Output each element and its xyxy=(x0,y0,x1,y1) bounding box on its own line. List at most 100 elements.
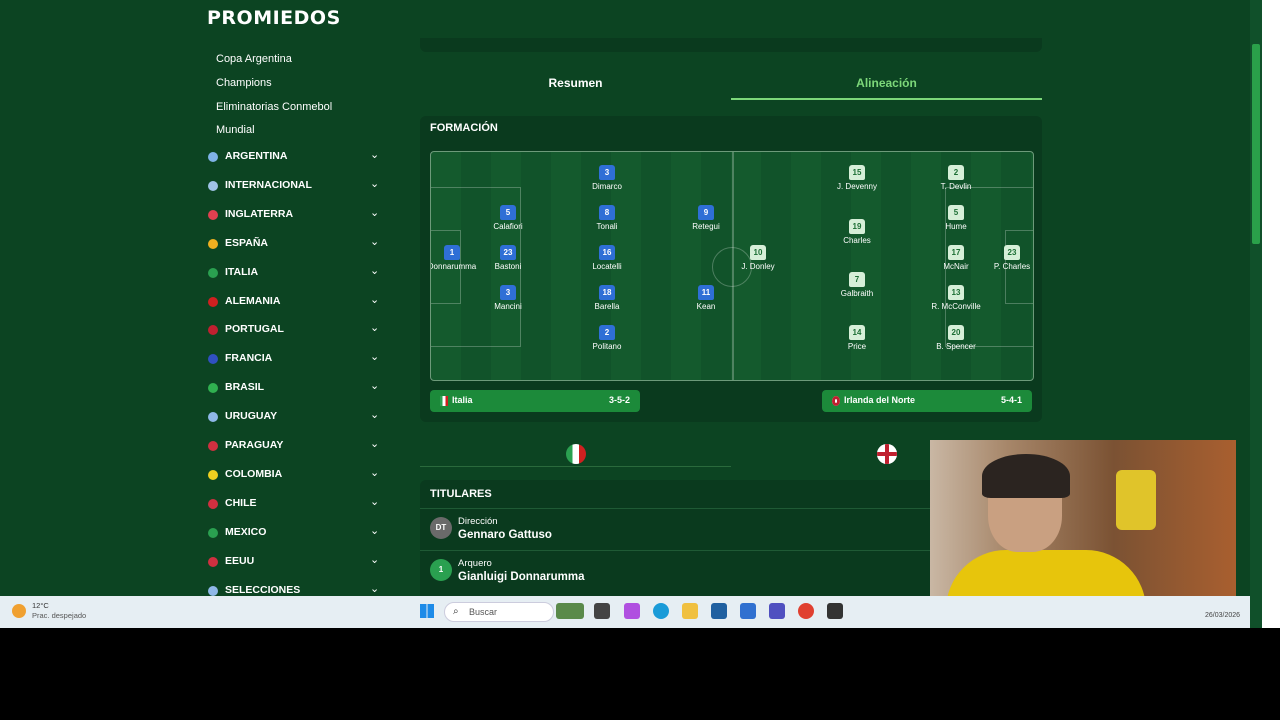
sidebar-category[interactable]: COLOMBIA ⌄ xyxy=(200,464,396,486)
italy-flag-icon[interactable] xyxy=(566,444,586,464)
lineup-player[interactable]: 5 Calafiori xyxy=(473,205,543,231)
sidebar-category[interactable]: URUGUAY ⌄ xyxy=(200,406,396,428)
sidebar-category[interactable]: ALEMANIA ⌄ xyxy=(200,291,396,313)
shirt-icon: 18 xyxy=(599,285,615,300)
lineup-row[interactable]: DT Dirección Gennaro Gattuso xyxy=(420,508,940,548)
weather-description: Prac. despejado xyxy=(32,611,87,620)
weather-icon[interactable] xyxy=(12,604,26,618)
away-team-bar: Irlanda del Norte 5-4-1 xyxy=(822,390,1032,412)
lineup-row[interactable]: 1 Arquero Gianluigi Donnarumma xyxy=(420,550,940,590)
country-flag-icon xyxy=(208,152,218,162)
formation-card: FORMACIÓN 1 Donnarumma 5 Calafiori 23 Bastoni… xyxy=(420,116,1042,422)
player-name: Galbraith xyxy=(840,289,874,298)
sidebar-category[interactable]: INTERNACIONAL ⌄ xyxy=(200,175,396,197)
chevron-down-icon[interactable]: ⌄ xyxy=(370,437,379,450)
sidebar-category[interactable]: EEUU ⌄ xyxy=(200,551,396,573)
lineup-player[interactable]: 2 T. Devlin xyxy=(921,165,991,191)
chevron-down-icon[interactable]: ⌄ xyxy=(370,408,379,421)
task-view-icon[interactable] xyxy=(594,603,610,619)
sidebar-category[interactable]: CHILE ⌄ xyxy=(200,493,396,515)
lineup-player[interactable]: 23 P. Charles xyxy=(977,245,1033,271)
northern-ireland-flag-icon[interactable] xyxy=(877,444,897,464)
teams-icon[interactable] xyxy=(769,603,785,619)
windows-start-icon[interactable] xyxy=(420,604,434,618)
copilot-icon[interactable] xyxy=(624,603,640,619)
chevron-down-icon[interactable]: ⌄ xyxy=(370,148,379,161)
sidebar-sub-item[interactable]: Champions xyxy=(216,77,272,89)
chevron-down-icon[interactable]: ⌄ xyxy=(370,495,379,508)
sidebar-category-label: ESPAÑA xyxy=(225,237,268,249)
file-explorer-icon[interactable] xyxy=(682,603,698,619)
chevron-down-icon[interactable]: ⌄ xyxy=(370,235,379,248)
chevron-down-icon[interactable]: ⌄ xyxy=(370,466,379,479)
chevron-down-icon[interactable]: ⌄ xyxy=(370,264,379,277)
chevron-down-icon[interactable]: ⌄ xyxy=(370,177,379,190)
sidebar-category[interactable]: BRASIL ⌄ xyxy=(200,377,396,399)
lineup-player[interactable]: 10 J. Donley xyxy=(723,245,793,271)
lineup-player[interactable]: 16 Locatelli xyxy=(572,245,642,271)
tab-resumen[interactable]: Resumen xyxy=(420,70,731,100)
lineup-player[interactable]: 13 R. McConville xyxy=(921,285,991,311)
shirt-icon: 5 xyxy=(948,205,964,220)
chevron-down-icon[interactable]: ⌄ xyxy=(370,206,379,219)
sidebar-category[interactable]: PARAGUAY ⌄ xyxy=(200,435,396,457)
taskbar-search[interactable]: ⌕ Buscar xyxy=(444,602,554,622)
chevron-down-icon[interactable]: ⌄ xyxy=(370,553,379,566)
sidebar-category[interactable]: INGLATERRA ⌄ xyxy=(200,204,396,226)
edge-icon[interactable] xyxy=(653,603,669,619)
sidebar-sub-item[interactable]: Mundial xyxy=(216,124,255,136)
outlook-icon[interactable] xyxy=(740,603,756,619)
country-flag-icon xyxy=(208,528,218,538)
chevron-down-icon[interactable]: ⌄ xyxy=(370,379,379,392)
lineup-player[interactable]: 7 Galbraith xyxy=(822,272,892,298)
country-flag-icon xyxy=(208,210,218,220)
lineup-player[interactable]: 5 Hume xyxy=(921,205,991,231)
shirt-icon: 7 xyxy=(849,272,865,287)
sidebar-sub-item[interactable]: Copa Argentina xyxy=(216,53,292,65)
chevron-down-icon[interactable]: ⌄ xyxy=(370,524,379,537)
shirt-icon: 1 xyxy=(444,245,460,260)
sidebar-sub-item[interactable]: Eliminatorias Conmebol xyxy=(216,101,332,113)
row-role: Arquero xyxy=(458,558,492,569)
sidebar-category[interactable]: ARGENTINA ⌄ xyxy=(200,146,396,168)
lineup-player[interactable]: 3 Mancini xyxy=(473,285,543,311)
lineup-player[interactable]: 9 Retegui xyxy=(671,205,741,231)
lineup-player[interactable]: 11 Kean xyxy=(671,285,741,311)
widgets-icon[interactable] xyxy=(556,603,584,619)
scrollbar-thumb[interactable] xyxy=(1252,44,1260,244)
lineup-player[interactable]: 8 Tonali xyxy=(572,205,642,231)
chrome-icon[interactable] xyxy=(798,603,814,619)
recorder-icon[interactable] xyxy=(827,603,843,619)
chevron-down-icon[interactable]: ⌄ xyxy=(370,321,379,334)
weather-temperature: 12°C xyxy=(32,601,49,610)
player-name: Calafiori xyxy=(493,222,523,231)
webcam-overlay xyxy=(930,440,1236,612)
chevron-down-icon[interactable]: ⌄ xyxy=(370,350,379,363)
promiedos-logo[interactable]: PROMIEDOS xyxy=(207,7,341,29)
sidebar-category[interactable]: ITALIA ⌄ xyxy=(200,262,396,284)
lineup-player[interactable]: 20 B. Spencer xyxy=(921,325,991,351)
lineup-player[interactable]: 15 J. Devenny xyxy=(822,165,892,191)
player-name: T. Devlin xyxy=(940,182,972,191)
store-icon[interactable] xyxy=(711,603,727,619)
sidebar-category[interactable]: ESPAÑA ⌄ xyxy=(200,233,396,255)
lineup-player[interactable]: 18 Barella xyxy=(572,285,642,311)
sidebar-category[interactable]: PORTUGAL ⌄ xyxy=(200,319,396,341)
lineup-player[interactable]: 2 Politano xyxy=(572,325,642,351)
lineup-player[interactable]: 19 Charles xyxy=(822,219,892,245)
lineup-player[interactable]: 3 Dimarco xyxy=(572,165,642,191)
shirt-icon: 23 xyxy=(500,245,516,260)
browser-viewport: PROMIEDOS Copa Argentina Champions Elimi… xyxy=(0,0,1262,628)
pitch: 1 Donnarumma 5 Calafiori 23 Bastoni 3 Mancini 3 D… xyxy=(430,151,1034,381)
player-name: Mancini xyxy=(494,302,522,311)
chevron-down-icon[interactable]: ⌄ xyxy=(370,582,379,595)
lineup-player[interactable]: 23 Bastoni xyxy=(473,245,543,271)
shirt-icon: 13 xyxy=(948,285,964,300)
sidebar-category[interactable]: MEXICO ⌄ xyxy=(200,522,396,544)
chevron-down-icon[interactable]: ⌄ xyxy=(370,293,379,306)
tab-alineacion[interactable]: Alineación xyxy=(731,70,1042,100)
sidebar-category[interactable]: FRANCIA ⌄ xyxy=(200,348,396,370)
selected-team-underline xyxy=(420,466,731,467)
shirt-icon: 23 xyxy=(1004,245,1020,260)
lineup-player[interactable]: 14 Price xyxy=(822,325,892,351)
